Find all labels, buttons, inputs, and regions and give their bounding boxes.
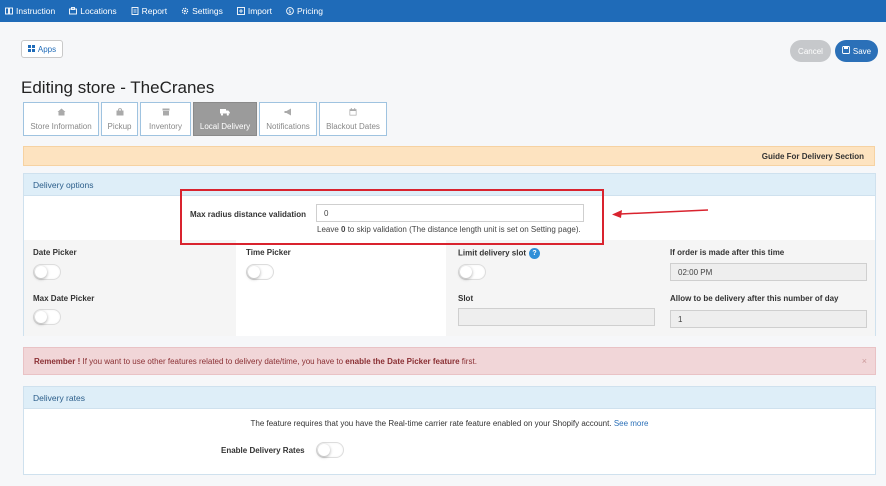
book-icon [5,7,13,15]
save-button[interactable]: Save [835,40,878,62]
tab-local-delivery[interactable]: Local Delivery [193,102,257,136]
close-icon[interactable]: × [862,356,867,366]
grid-icon [27,44,35,54]
cancel-button[interactable]: Cancel [790,40,831,62]
dollar-icon: $ [286,7,294,15]
top-navbar: Instruction Locations Report Settings Im… [0,0,886,22]
tab-notifications[interactable]: Notifications [259,102,317,136]
nav-instruction[interactable]: Instruction [5,6,55,16]
home-icon [57,108,66,118]
delivery-rates-panel: Delivery rates The feature requires that… [23,386,876,475]
annotation-arrow-icon [612,209,709,218]
inventory-icon [162,108,170,118]
bag-icon [116,107,124,118]
date-picker-label: Date Picker [33,248,77,257]
highlight-box [180,189,604,245]
tab-pickup[interactable]: Pickup [101,102,138,136]
calendar-icon [349,107,357,118]
see-more-link[interactable]: See more [614,419,649,428]
locations-icon [69,7,78,15]
nav-import[interactable]: Import [236,6,272,16]
nav-settings[interactable]: Settings [181,6,223,16]
order-after-label: If order is made after this time [670,248,785,257]
delivery-rates-header: Delivery rates [24,387,875,409]
nav-pricing[interactable]: $ Pricing [286,6,323,16]
carrier-rate-info: The feature requires that you have the R… [250,419,649,428]
apps-button[interactable]: Apps [21,40,63,58]
guide-link[interactable]: Guide For Delivery Section [762,152,864,161]
limit-delivery-slot-label: Limit delivery slot? [458,248,541,259]
remember-alert: Remember ! If you want to use other feat… [23,347,876,375]
tab-blackout-dates[interactable]: Blackout Dates [319,102,387,136]
tab-inventory[interactable]: Inventory [140,102,191,136]
store-tabs: Store Information Pickup Inventory Local… [23,102,389,136]
slot-label: Slot [458,294,474,303]
max-date-picker-label: Max Date Picker [33,294,95,303]
order-after-time-input[interactable]: 02:00 PM [670,263,867,281]
nav-report[interactable]: Report [131,6,167,16]
limit-delivery-slot-toggle[interactable] [458,264,486,280]
floppy-icon [841,46,850,56]
page-title: Editing store - TheCranes [21,78,215,97]
slot-input[interactable] [458,308,655,326]
help-icon[interactable]: ? [529,248,541,259]
delivery-guide-bar[interactable]: Guide For Delivery Section [23,146,875,166]
nav-locations[interactable]: Locations [69,6,117,16]
enable-delivery-rates-toggle[interactable] [316,442,344,458]
allow-days-label: Allow to be delivery after this number o… [670,294,839,303]
enable-delivery-rates-label: Enable Delivery Rates [221,446,305,455]
gear-icon [181,7,189,15]
date-picker-toggle[interactable] [33,264,61,280]
import-icon [236,7,245,15]
report-icon [131,7,139,15]
allow-days-input[interactable]: 1 [670,310,867,328]
tab-store-information[interactable]: Store Information [23,102,99,136]
time-picker-label: Time Picker [246,248,291,257]
time-picker-toggle[interactable] [246,264,274,280]
max-date-picker-toggle[interactable] [33,309,61,325]
megaphone-icon [284,108,293,118]
svg-text:$: $ [288,9,291,15]
truck-icon [220,108,230,118]
